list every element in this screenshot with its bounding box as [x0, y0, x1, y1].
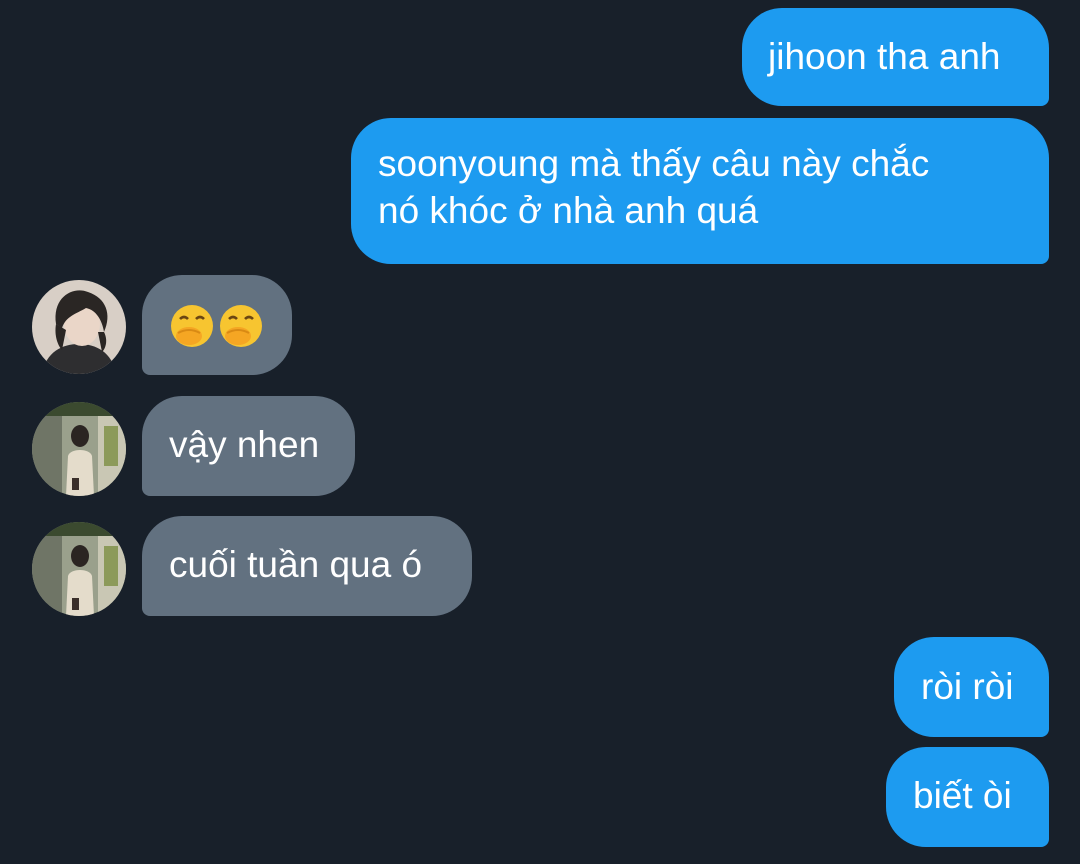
face-with-hand-over-mouth-icon [171, 305, 213, 347]
message-text: biết òi [913, 775, 1012, 816]
emoji-row [171, 305, 262, 347]
avatar-portrait-image [32, 280, 126, 374]
message-text: ròi ròi [921, 666, 1014, 707]
message-text: jihoon tha anh [768, 36, 1001, 77]
message-bubble-incoming[interactable]: vậy nhen [142, 396, 355, 496]
avatar[interactable] [32, 522, 126, 616]
message-bubble-incoming[interactable]: cuối tuần qua ó [142, 516, 472, 616]
message-bubble-outgoing[interactable]: ròi ròi [894, 637, 1049, 737]
avatar[interactable] [32, 280, 126, 374]
message-text-line: soonyoung mà thấy câu này chắc [378, 143, 930, 184]
message-bubble-outgoing[interactable]: biết òi [886, 747, 1049, 847]
message-text: cuối tuần qua ó [169, 544, 423, 585]
message-bubble-incoming[interactable] [142, 275, 292, 375]
avatar-photo-image [32, 522, 126, 616]
avatar[interactable] [32, 402, 126, 496]
message-text-line: nó khóc ở nhà anh quá [378, 190, 759, 231]
avatar-photo-image [32, 402, 126, 496]
message-bubble-outgoing[interactable]: soonyoung mà thấy câu này chắc nó khóc ở… [351, 118, 1049, 264]
face-with-hand-over-mouth-icon [220, 305, 262, 347]
message-bubble-outgoing[interactable]: jihoon tha anh [742, 8, 1049, 106]
message-text: vậy nhen [169, 424, 320, 465]
